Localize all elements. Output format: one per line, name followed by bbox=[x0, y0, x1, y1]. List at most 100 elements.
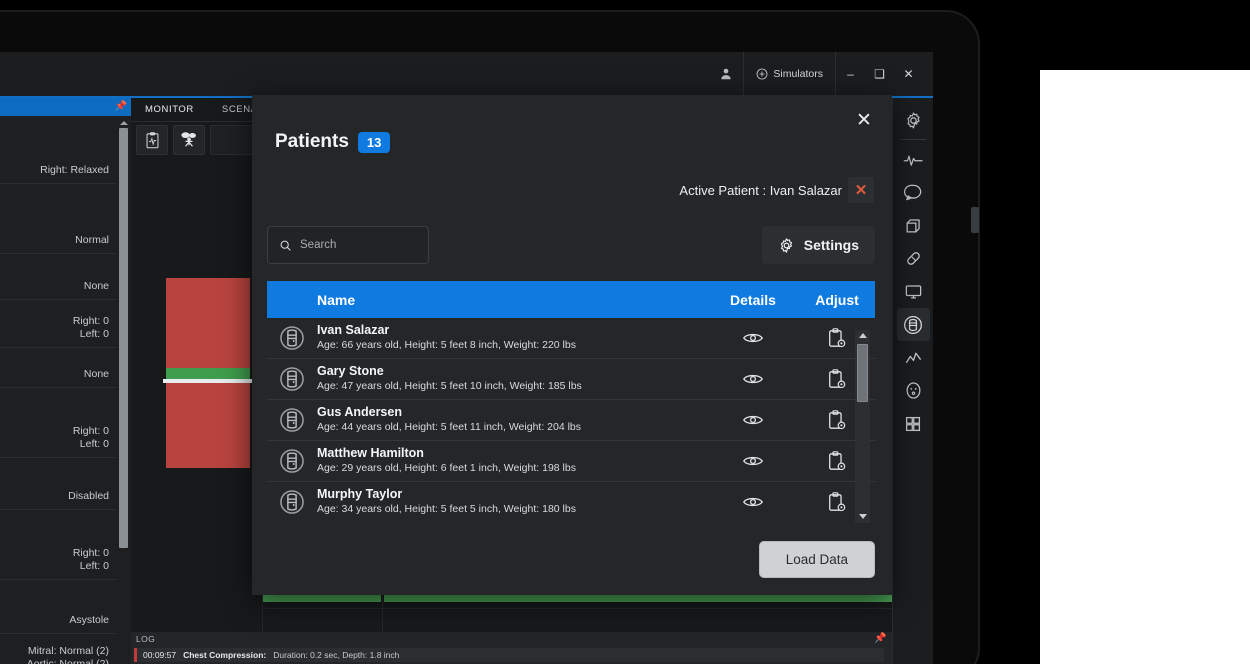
ecg-waveform-icon[interactable] bbox=[897, 143, 930, 176]
avatar bbox=[267, 407, 317, 433]
patients-table-header: Name Details Adjust bbox=[267, 281, 875, 318]
patient-meta: Age: 29 years old, Height: 6 feet 1 inch… bbox=[317, 462, 576, 475]
trend-line-icon[interactable] bbox=[897, 341, 930, 374]
avatar bbox=[267, 448, 317, 474]
sidebar-parameter-row[interactable]: Disabled bbox=[0, 458, 117, 510]
view-details-button[interactable] bbox=[707, 454, 799, 468]
chart-clipboard-tool-button[interactable] bbox=[136, 125, 168, 155]
column-header-name: Name bbox=[317, 291, 356, 308]
view-details-button[interactable] bbox=[707, 495, 799, 509]
dialog-close-button[interactable]: ✕ bbox=[850, 106, 878, 134]
gear-icon[interactable] bbox=[897, 104, 930, 137]
patients-table-body: Ivan Salazar Age: 66 years old, Height: 5… bbox=[267, 318, 875, 518]
table-row[interactable]: Gus Andersen Age: 44 years old, Height: 5… bbox=[267, 400, 875, 441]
sidebar-parameter-value: None bbox=[83, 367, 109, 380]
dialog-title-group: Patients 13 bbox=[275, 131, 391, 153]
sidebar-parameter-row[interactable]: None bbox=[0, 348, 117, 388]
page-title: Patients bbox=[275, 131, 349, 152]
patient-info: Murphy Taylor Age: 34 years old, Height: … bbox=[317, 487, 707, 516]
search-box[interactable] bbox=[267, 226, 429, 264]
patient-name: Murphy Taylor bbox=[317, 487, 403, 502]
sidebar-parameter-row[interactable]: None bbox=[0, 254, 117, 300]
log-pin-icon[interactable]: 📌 bbox=[874, 634, 887, 644]
tab-monitor[interactable]: MONITOR bbox=[131, 98, 208, 122]
display-monitor-icon[interactable] bbox=[897, 275, 930, 308]
pill-icon[interactable] bbox=[897, 242, 930, 275]
sidebar-parameter-row[interactable]: Right: Relaxed bbox=[0, 116, 117, 184]
device-side-button[interactable] bbox=[971, 207, 979, 233]
sidebar-parameter-value: Normal bbox=[75, 233, 109, 246]
list-scroll-up-icon[interactable] bbox=[859, 333, 867, 338]
column-header-details: Details bbox=[730, 291, 776, 308]
sidebar-parameter-row[interactable]: Right: 0 Left: 0 bbox=[0, 510, 117, 580]
gear-icon bbox=[780, 237, 792, 253]
patient-count-badge: 13 bbox=[357, 131, 391, 153]
rail-divider bbox=[900, 139, 926, 140]
sidebar-parameter-row[interactable]: Right: 0 Left: 0 bbox=[0, 388, 117, 458]
column-header-adjust: Adjust bbox=[815, 291, 859, 308]
plus-circle-icon bbox=[756, 68, 768, 80]
patient-meta: Age: 47 years old, Height: 5 feet 10 inc… bbox=[317, 380, 582, 393]
sidebar-parameter-row[interactable]: Asystole bbox=[0, 580, 117, 634]
sidebar-parameter-value: Left: 0 bbox=[79, 327, 109, 340]
log-entry-row[interactable]: 00:09:57 Chest Compression: Duration: 0.… bbox=[134, 648, 884, 662]
view-details-button[interactable] bbox=[707, 331, 799, 345]
patient-meta: Age: 66 years old, Height: 5 feet 8 inch… bbox=[317, 339, 576, 352]
patients-dialog: ✕ Patients 13 Active Patient : Ivan Sala… bbox=[252, 95, 892, 595]
user-account-icon[interactable] bbox=[709, 52, 743, 96]
patient-name: Ivan Salazar bbox=[317, 323, 390, 338]
patient-name: Gary Stone bbox=[317, 364, 384, 379]
sidebar-parameter-value: Right: 0 bbox=[72, 314, 109, 327]
sidebar-rows: Right: Relaxed Normal None Right: 0 Left: 0N… bbox=[0, 116, 117, 664]
view-details-button[interactable] bbox=[707, 413, 799, 427]
patient-meta: Age: 34 years old, Height: 5 feet 5 inch… bbox=[317, 503, 576, 516]
minimize-button[interactable]: – bbox=[836, 52, 865, 96]
table-row[interactable]: Matthew Hamilton Age: 29 years old, Heigh… bbox=[267, 441, 875, 482]
patient-head-icon[interactable] bbox=[896, 308, 930, 341]
pin-icon[interactable]: 📌 bbox=[115, 102, 127, 112]
restore-button[interactable]: ❑ bbox=[865, 52, 894, 96]
settings-button[interactable]: Settings bbox=[761, 226, 875, 264]
table-row[interactable]: Gary Stone Age: 47 years old, Height: 5 f… bbox=[267, 359, 875, 400]
sidebar-parameter-row[interactable]: Mitral: Normal (2)Aortic: Normal (2)Pulm… bbox=[0, 634, 117, 664]
sidebar-parameter-value: Mitral: Normal (2) bbox=[27, 644, 109, 657]
grid-apps-icon[interactable] bbox=[897, 407, 930, 440]
patient-info: Gary Stone Age: 47 years old, Height: 5 f… bbox=[317, 364, 707, 393]
settings-label: Settings bbox=[803, 237, 859, 253]
search-icon bbox=[280, 240, 291, 251]
sidebar-parameter-row[interactable]: Normal bbox=[0, 184, 117, 254]
list-scroll-down-icon[interactable] bbox=[859, 514, 867, 519]
sidebar-parameter-row[interactable]: Right: 0 Left: 0 bbox=[0, 300, 117, 348]
sidebar-parameter-value: Left: 0 bbox=[79, 559, 109, 572]
load-data-button[interactable]: Load Data bbox=[758, 541, 875, 578]
add-simulators-button[interactable]: Simulators bbox=[743, 52, 836, 96]
window-close-button[interactable]: ✕ bbox=[894, 52, 923, 96]
log-header: LOG 📌 bbox=[131, 632, 892, 646]
tool-rail bbox=[892, 98, 933, 664]
patient-scenario-tool-button[interactable] bbox=[173, 125, 205, 155]
table-row[interactable]: Murphy Taylor Age: 34 years old, Height: … bbox=[267, 482, 875, 518]
sidebar-parameter-value: Right: 0 bbox=[72, 424, 109, 437]
sidebar-scroll-up-icon[interactable] bbox=[120, 121, 128, 125]
search-input[interactable] bbox=[300, 239, 410, 251]
view-details-button[interactable] bbox=[707, 372, 799, 386]
sidebar-parameter-value: Right: Relaxed bbox=[40, 163, 109, 176]
face-icon[interactable] bbox=[897, 374, 930, 407]
log-entry-time: 00:09:57 bbox=[143, 650, 177, 660]
cube-icon[interactable] bbox=[897, 209, 930, 242]
log-panel-label: LOG bbox=[136, 634, 156, 644]
sidebar-header[interactable]: 📌 bbox=[0, 98, 131, 116]
sidebar-scroll-thumb[interactable] bbox=[119, 128, 128, 548]
sidebar-parameter-value: None bbox=[83, 279, 109, 292]
patients-list-scroll-thumb[interactable] bbox=[857, 344, 868, 402]
sidebar-parameter-value: Left: 0 bbox=[79, 437, 109, 450]
speech-bubble-icon[interactable] bbox=[897, 176, 930, 209]
title-bar-controls: Simulators – ❑ ✕ bbox=[709, 52, 923, 96]
avatar bbox=[267, 366, 317, 392]
clear-active-patient-button[interactable]: ✕ bbox=[848, 177, 874, 203]
simulators-label: Simulators bbox=[773, 68, 823, 80]
table-row[interactable]: Ivan Salazar Age: 66 years old, Height: 5… bbox=[267, 318, 875, 359]
background-wall bbox=[1040, 70, 1250, 664]
avatar bbox=[267, 325, 317, 351]
sidebar-parameter-value: Asystole bbox=[69, 613, 109, 626]
